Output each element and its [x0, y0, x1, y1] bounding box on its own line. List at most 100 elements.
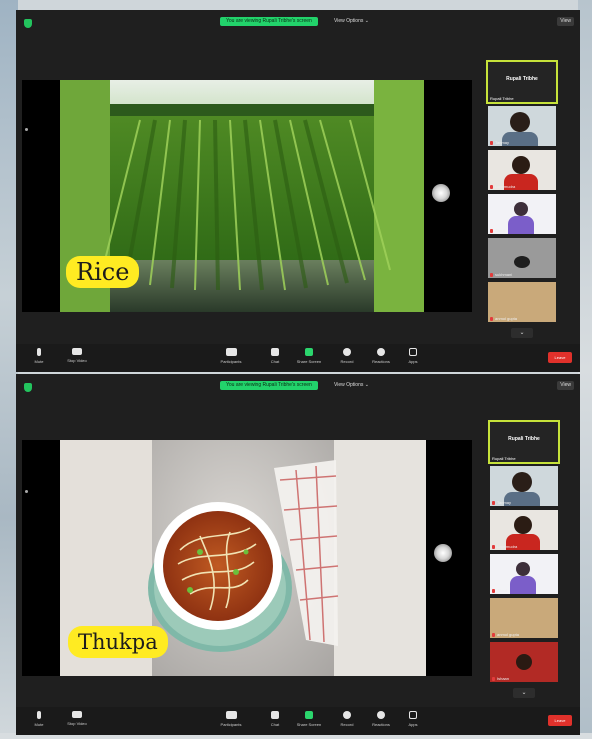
- apps-button[interactable]: Apps: [398, 711, 428, 727]
- apps-button[interactable]: Apps: [398, 348, 428, 364]
- avatar: [512, 472, 532, 492]
- participant-tile[interactable]: Lopamudra: [488, 150, 556, 190]
- participant-tile[interactable]: Lopamudra: [490, 510, 558, 550]
- record-label: Record: [340, 359, 354, 364]
- share-screen-icon: [305, 348, 313, 356]
- view-button[interactable]: View: [557, 381, 574, 390]
- participant-gallery: Rupali Tribhe Rupali Tribhe Tanmay Lopam…: [488, 420, 560, 722]
- mic-muted-icon: [492, 589, 495, 593]
- participant-tile-active[interactable]: Rupali Tribhe Rupali Tribhe: [488, 420, 560, 464]
- view-options-button[interactable]: View Options ⌄: [334, 17, 369, 26]
- reactions-label: Reactions: [372, 722, 390, 727]
- slide-label-thukpa: Thukpa: [68, 626, 168, 658]
- chat-label: Chat: [270, 722, 280, 727]
- reactions-icon: [377, 711, 385, 719]
- apps-icon: [409, 711, 417, 719]
- active-speaker-name: Rupali Tribhe: [508, 436, 540, 442]
- view-button[interactable]: View: [557, 17, 574, 26]
- video-camera-icon: [72, 711, 82, 718]
- participant-tile[interactable]: Shruti: [490, 554, 558, 594]
- chat-icon: [271, 348, 279, 356]
- gallery-scroll-down-icon[interactable]: ⌄: [511, 328, 533, 338]
- chat-icon: [271, 711, 279, 719]
- participant-tile-active[interactable]: Rupali Tribhe Rupali Tribhe: [486, 60, 558, 104]
- avatar-body: [508, 216, 534, 234]
- viewing-banner: You are viewing Rupali Tribhe's screen: [220, 17, 318, 26]
- avatar: [514, 256, 530, 268]
- stop-video-label: Stop Video: [67, 358, 87, 363]
- viewing-banner: You are viewing Rupali Tribhe's screen: [220, 381, 318, 390]
- apps-icon: [409, 348, 417, 356]
- participant-tile[interactable]: sukhmani: [488, 238, 556, 278]
- participant-name: Ishaan: [497, 676, 510, 681]
- mic-muted-icon: [490, 229, 493, 233]
- security-shield-icon[interactable]: [24, 383, 32, 392]
- share-screen-button[interactable]: Share Screen: [294, 348, 324, 364]
- participant-name: sukhmani: [495, 272, 513, 277]
- mic-muted-icon: [492, 633, 495, 637]
- participants-button[interactable]: Participants: [216, 348, 246, 364]
- mic-muted-icon: [490, 273, 493, 277]
- participants-button[interactable]: Participants: [216, 711, 246, 727]
- avatar: [514, 516, 532, 534]
- participants-label: Participants: [220, 722, 242, 727]
- annotation-cursor-icon: [432, 184, 450, 202]
- reactions-button[interactable]: Reactions: [366, 348, 396, 364]
- participant-name: Shruti: [495, 228, 506, 233]
- participant-gallery: Rupali Tribhe Rupali Tribhe Tanmay Lopam…: [486, 60, 558, 352]
- participants-icon: [225, 711, 237, 719]
- background-right: [578, 0, 592, 739]
- reactions-button[interactable]: Reactions: [366, 711, 396, 727]
- share-screen-label: Share Screen: [296, 722, 322, 727]
- share-screen-button[interactable]: Share Screen: [294, 711, 324, 727]
- meeting-window-top: You are viewing Rupali Tribhe's screen V…: [16, 10, 580, 372]
- mute-button[interactable]: Mute: [24, 348, 54, 364]
- participants-icon: [225, 348, 237, 356]
- mic-muted-icon: [490, 317, 493, 321]
- top-bar: You are viewing Rupali Tribhe's screen V…: [16, 10, 580, 40]
- mute-button[interactable]: Mute: [24, 711, 54, 727]
- chat-button[interactable]: Chat: [260, 348, 290, 364]
- reactions-label: Reactions: [372, 359, 390, 364]
- participant-name: anmol gupta: [497, 632, 520, 637]
- mic-muted-icon: [490, 185, 493, 189]
- record-icon: [343, 711, 351, 719]
- stop-video-button[interactable]: Stop Video: [62, 348, 92, 363]
- stop-video-button[interactable]: Stop Video: [62, 711, 92, 726]
- view-options-button[interactable]: View Options ⌄: [334, 381, 369, 390]
- record-button[interactable]: Record: [332, 711, 362, 727]
- participant-tile[interactable]: Tanmay: [490, 466, 558, 506]
- participant-tile[interactable]: Tanmay: [488, 106, 556, 146]
- participant-tile[interactable]: Shruti: [488, 194, 556, 234]
- scroll-indicator-icon: [25, 490, 28, 493]
- top-bar: You are viewing Rupali Tribhe's screen V…: [16, 374, 580, 404]
- participant-name: Rupali Tribhe: [492, 456, 516, 461]
- shared-slide-rice: Rice: [60, 80, 424, 312]
- share-screen-icon: [305, 711, 313, 719]
- meeting-toolbar: Mute Stop Video Participants Chat Share …: [16, 344, 580, 372]
- record-button[interactable]: Record: [332, 348, 362, 364]
- leave-button[interactable]: Leave: [548, 352, 572, 363]
- share-screen-label: Share Screen: [296, 359, 322, 364]
- stop-video-label: Stop Video: [67, 721, 87, 726]
- participant-tile[interactable]: anmol gupta: [488, 282, 556, 322]
- leave-button[interactable]: Leave: [548, 715, 572, 726]
- shared-screen-area: Rice: [22, 80, 472, 312]
- participant-name: Rupali Tribhe: [490, 96, 514, 101]
- participants-label: Participants: [220, 359, 242, 364]
- apps-label: Apps: [408, 722, 418, 727]
- chat-label: Chat: [270, 359, 280, 364]
- gallery-scroll-down-icon[interactable]: ⌄: [513, 688, 535, 698]
- annotation-cursor-icon: [434, 544, 452, 562]
- participant-name: Lopamudra: [497, 544, 518, 549]
- security-shield-icon[interactable]: [24, 19, 32, 28]
- mic-muted-icon: [490, 141, 493, 145]
- avatar: [514, 202, 528, 216]
- participant-name: Tanmay: [495, 140, 510, 145]
- chat-button[interactable]: Chat: [260, 711, 290, 727]
- reactions-icon: [377, 348, 385, 356]
- meeting-toolbar: Mute Stop Video Participants Chat Share …: [16, 707, 580, 735]
- participant-tile[interactable]: Ishaan: [490, 642, 558, 682]
- participant-tile[interactable]: anmol gupta: [490, 598, 558, 638]
- apps-label: Apps: [408, 359, 418, 364]
